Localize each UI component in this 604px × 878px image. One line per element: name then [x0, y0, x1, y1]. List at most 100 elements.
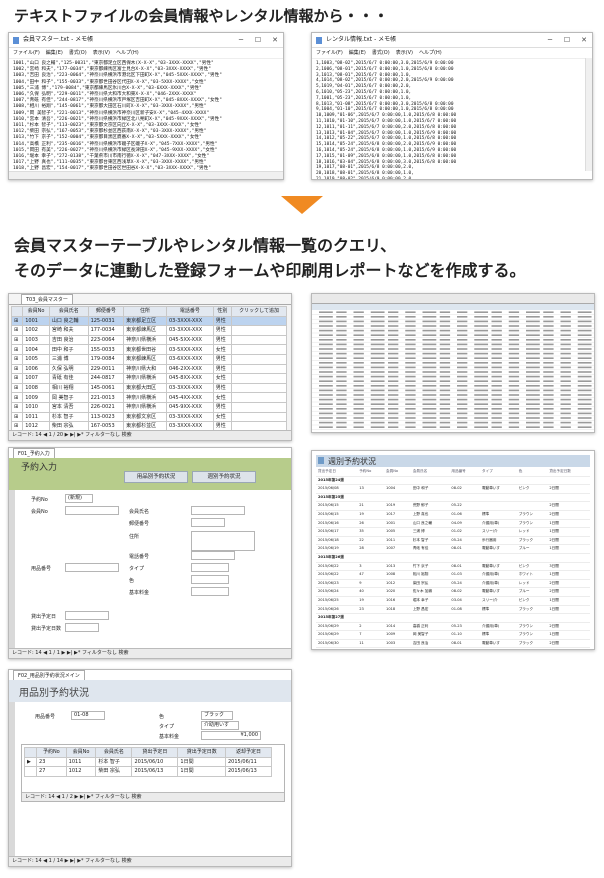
- query-cell[interactable]: [370, 385, 385, 387]
- query-cell[interactable]: [474, 389, 489, 392]
- query-cell[interactable]: [526, 357, 540, 359]
- item-status-form-window[interactable]: F02_用品別予約状況メイン 用品別予約状況 用品番号 01-08 色 ブラック…: [8, 669, 292, 867]
- query-cell[interactable]: [439, 348, 451, 350]
- query-cell[interactable]: [388, 362, 399, 364]
- query-cell[interactable]: [388, 371, 399, 373]
- query-cell[interactable]: [543, 408, 554, 410]
- query-cell[interactable]: [577, 334, 592, 336]
- query-cell[interactable]: [319, 366, 333, 369]
- table-cell[interactable]: 岡 美智子: [48, 392, 89, 403]
- query-cell[interactable]: [439, 362, 451, 364]
- query-cell[interactable]: [508, 339, 520, 341]
- query-cell[interactable]: [526, 339, 540, 341]
- table-cell[interactable]: 1012: [65, 766, 97, 777]
- query-cell[interactable]: [336, 334, 347, 336]
- access-query-window[interactable]: [311, 293, 595, 433]
- query-cell[interactable]: [543, 316, 554, 318]
- record-selector[interactable]: [9, 702, 15, 856]
- query-cell[interactable]: [491, 371, 502, 373]
- query-cell[interactable]: [491, 403, 502, 405]
- member-datasheet[interactable]: 会員No 会員氏名 郵便番号 住所 電話番号 性別 クリックして追加 ⊞ 1001 山口 良之輔 1…: [10, 306, 287, 440]
- query-cell[interactable]: [405, 408, 416, 410]
- member-no-field[interactable]: [65, 506, 119, 515]
- query-cell[interactable]: [370, 394, 385, 396]
- query-cell[interactable]: [491, 352, 502, 355]
- query-cell[interactable]: [543, 403, 554, 405]
- query-cell[interactable]: [422, 329, 437, 332]
- item-no-field[interactable]: 01-08: [71, 711, 105, 720]
- table-cell[interactable]: 1003: [22, 334, 50, 346]
- query-cell[interactable]: [491, 343, 502, 346]
- query-cell[interactable]: [370, 366, 385, 369]
- menu-item[interactable]: 書式(O): [372, 50, 390, 56]
- query-cell[interactable]: [336, 316, 347, 318]
- query-cell[interactable]: [543, 412, 554, 415]
- query-cell[interactable]: [439, 408, 451, 410]
- query-cell[interactable]: [336, 357, 347, 359]
- query-cell[interactable]: [353, 343, 364, 346]
- query-header-row[interactable]: [312, 304, 594, 310]
- record-navigation[interactable]: レコード: 14 ◀ 1 / 20 ▶ ▶| ▶* フィルターなし 検索: [9, 430, 291, 440]
- table-cell[interactable]: 神奈川県横浜: [123, 373, 167, 384]
- query-cell[interactable]: [491, 316, 502, 318]
- query-cell[interactable]: [388, 408, 399, 410]
- query-cell[interactable]: [336, 329, 347, 332]
- query-cell[interactable]: [422, 362, 437, 364]
- query-cell[interactable]: [439, 334, 451, 336]
- maximize-icon[interactable]: ☐: [250, 33, 266, 47]
- table-cell[interactable]: 27: [36, 766, 67, 777]
- query-cell[interactable]: [370, 311, 385, 313]
- query-cell[interactable]: [474, 334, 489, 336]
- query-cell[interactable]: [422, 421, 437, 424]
- table-cell[interactable]: 1日間: [177, 766, 226, 777]
- table-cell[interactable]: 1010: [22, 401, 50, 413]
- query-cell[interactable]: [577, 398, 592, 401]
- query-cell[interactable]: [370, 357, 385, 359]
- query-cell[interactable]: [370, 421, 385, 424]
- column-header[interactable]: 会員氏名: [95, 747, 133, 758]
- query-cell[interactable]: [543, 339, 554, 341]
- query-cell[interactable]: [353, 339, 364, 341]
- query-cell[interactable]: [319, 389, 333, 392]
- query-cell[interactable]: [336, 339, 347, 341]
- address-field[interactable]: [191, 531, 255, 551]
- query-cell[interactable]: [439, 389, 451, 392]
- subform-navigation[interactable]: レコード: 14 ◀ 1 / 2 ▶ ▶| ▶* フィルターなし 検索: [22, 792, 284, 801]
- query-cell[interactable]: [405, 343, 416, 346]
- query-cell[interactable]: [353, 398, 364, 401]
- query-cell[interactable]: [353, 389, 364, 392]
- table-cell[interactable]: 1002: [22, 325, 50, 336]
- query-cell[interactable]: [543, 357, 554, 359]
- query-cell[interactable]: [353, 329, 364, 332]
- query-cell[interactable]: [577, 325, 592, 327]
- query-cell[interactable]: [508, 375, 520, 378]
- table-cell[interactable]: 113-0023: [87, 411, 125, 423]
- query-cell[interactable]: [405, 366, 416, 369]
- query-cell[interactable]: [370, 320, 385, 323]
- table-cell[interactable]: 145-0061: [87, 382, 125, 394]
- table-cell[interactable]: 1005: [22, 353, 50, 365]
- expand-icon[interactable]: ⊞: [10, 411, 24, 423]
- table-cell[interactable]: 2015/06/13: [225, 766, 272, 777]
- query-cell[interactable]: [577, 394, 592, 396]
- notepad-window-rentals[interactable]: レンタル情報.txt - メモ帳 ─ ☐ ✕ ファイル(F) 編集(E) 書式(O)…: [311, 32, 593, 180]
- expand-icon[interactable]: ⊞: [10, 373, 24, 384]
- query-cell[interactable]: [336, 352, 347, 355]
- menu-item[interactable]: ヘルプ(H): [419, 50, 442, 56]
- query-cell[interactable]: [491, 357, 502, 359]
- record-navigation[interactable]: レコード: 14 ◀ 1 / 14 ▶ ▶| ▶* フィルターなし 検索: [9, 856, 291, 866]
- query-cell[interactable]: [336, 320, 347, 323]
- query-cell[interactable]: [405, 357, 416, 359]
- query-cell[interactable]: [474, 421, 489, 424]
- table-cell[interactable]: 女性: [212, 411, 233, 423]
- table-cell[interactable]: 柴田 宗弘: [95, 766, 133, 777]
- query-cell[interactable]: [405, 352, 416, 355]
- query-cell[interactable]: [457, 371, 468, 373]
- rental-query-datasheet[interactable]: [312, 304, 594, 432]
- column-header[interactable]: 会員No: [22, 306, 50, 317]
- table-cell[interactable]: 女性: [212, 373, 233, 384]
- query-cell[interactable]: [560, 426, 571, 428]
- query-cell[interactable]: [577, 371, 592, 373]
- table-cell[interactable]: 東京都世田谷: [123, 344, 167, 355]
- query-cell[interactable]: [491, 426, 502, 428]
